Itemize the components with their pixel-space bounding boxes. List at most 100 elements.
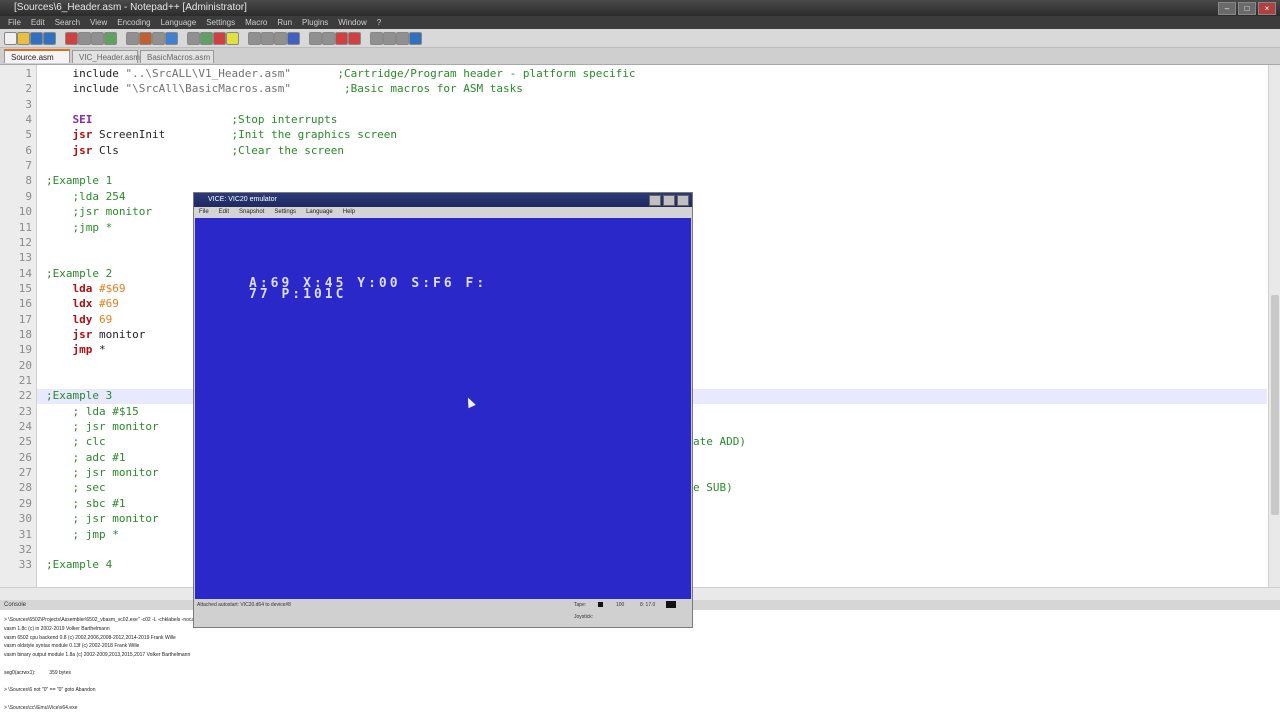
code-line[interactable]: ; jsr monitor bbox=[46, 512, 158, 525]
run-icon[interactable] bbox=[409, 32, 422, 45]
instruction-keyword: lda bbox=[46, 281, 93, 295]
code-line[interactable]: ; clc bbox=[46, 435, 105, 448]
code-line[interactable]: ; jsr monitor bbox=[46, 420, 158, 433]
code-line[interactable]: ; sec bbox=[46, 481, 105, 494]
doc-map-icon[interactable] bbox=[309, 32, 322, 45]
menu-item[interactable]: Encoding bbox=[117, 16, 150, 29]
record-macro-icon[interactable] bbox=[335, 32, 348, 45]
emulator-menu-item[interactable]: Snapshot bbox=[239, 207, 264, 218]
close-button[interactable]: × bbox=[1258, 2, 1276, 15]
code-line[interactable]: ;jmp * bbox=[46, 221, 112, 234]
status-message: Attached autostart: VIC20.d64 to device#… bbox=[197, 602, 291, 608]
redo-icon[interactable] bbox=[152, 32, 165, 45]
save-all-icon[interactable] bbox=[43, 32, 56, 45]
menu-item[interactable]: Settings bbox=[206, 16, 235, 29]
paste-icon[interactable] bbox=[126, 32, 139, 45]
code-line[interactable]: ; jmp * bbox=[46, 528, 118, 541]
find-icon[interactable] bbox=[165, 32, 178, 45]
print-icon[interactable] bbox=[78, 32, 91, 45]
play-macro-icon[interactable] bbox=[370, 32, 383, 45]
code-line[interactable]: jsr Cls ;Clear the screen bbox=[46, 144, 344, 157]
emulator-menu-item[interactable]: Edit bbox=[219, 207, 229, 218]
indent-icon[interactable] bbox=[261, 32, 274, 45]
code-line[interactable]: SEI ;Stop interrupts bbox=[46, 113, 337, 126]
scrollbar-thumb[interactable] bbox=[1271, 295, 1279, 515]
menu-item[interactable]: Language bbox=[161, 16, 197, 29]
code-line[interactable]: jmp * bbox=[46, 343, 105, 356]
code-line[interactable]: ;Example 2 bbox=[46, 267, 112, 280]
code-line[interactable]: lda #$69 bbox=[46, 282, 125, 295]
line-number: 17 bbox=[18, 312, 32, 326]
tab-vic-header[interactable]: VIC_Header.asm bbox=[72, 50, 140, 63]
save-macro-icon[interactable] bbox=[396, 32, 409, 45]
code-line[interactable]: include "\SrcAll\BasicMacros.asm" ;Basic… bbox=[46, 82, 522, 95]
run-macro-icon[interactable] bbox=[383, 32, 396, 45]
console-line: vasm 1.8c (c) in 2002-2019 Volker Barthe… bbox=[4, 625, 110, 632]
code-token: ;Example 1 bbox=[46, 174, 113, 188]
emulator-menu-item[interactable]: Help bbox=[343, 207, 355, 218]
tab-basic-macros[interactable]: BasicMacros.asm bbox=[140, 50, 214, 63]
emulator-menu-item[interactable]: File bbox=[199, 207, 209, 218]
code-line[interactable]: jsr ScreenInit ;Init the graphics screen bbox=[46, 128, 397, 141]
code-line[interactable]: include "..\SrcALL\V1_Header.asm" ;Cartr… bbox=[46, 67, 635, 80]
new-file-icon[interactable] bbox=[4, 32, 17, 45]
vertical-scrollbar[interactable] bbox=[1268, 65, 1280, 587]
code-line[interactable]: ; sbc #1 bbox=[46, 497, 125, 510]
emulator-window[interactable]: VICE: VIC20 emulator File Edit Snapshot Set… bbox=[193, 192, 693, 628]
tab-source[interactable]: Source.asm bbox=[4, 49, 70, 63]
code-line[interactable]: ;Example 3 bbox=[46, 389, 112, 402]
close-icon[interactable] bbox=[65, 32, 78, 45]
maximize-button[interactable]: □ bbox=[1238, 2, 1256, 15]
undo-icon[interactable] bbox=[139, 32, 152, 45]
stop-macro-icon[interactable] bbox=[348, 32, 361, 45]
menu-item[interactable]: ? bbox=[377, 16, 381, 29]
function-list-icon[interactable] bbox=[322, 32, 335, 45]
code-line[interactable]: jsr monitor bbox=[46, 328, 145, 341]
line-number: 4 bbox=[25, 113, 32, 127]
code-line[interactable]: ; lda #$15 bbox=[46, 405, 138, 418]
code-line[interactable]: ;lda 254 bbox=[46, 190, 125, 203]
menu-item[interactable]: Search bbox=[55, 16, 80, 29]
emu-minimize-button[interactable] bbox=[649, 195, 661, 206]
menu-item[interactable]: View bbox=[90, 16, 107, 29]
code-line[interactable]: ldy 69 bbox=[46, 313, 112, 326]
menu-item[interactable]: Plugins bbox=[302, 16, 328, 29]
replace-icon[interactable] bbox=[187, 32, 200, 45]
code-comment-tail: e SUB) bbox=[693, 481, 733, 495]
zoom-out-icon[interactable] bbox=[213, 32, 226, 45]
code-line[interactable]: ; jsr monitor bbox=[46, 466, 159, 480]
sync-icon[interactable] bbox=[226, 32, 239, 45]
zoom-in-icon[interactable] bbox=[200, 32, 213, 45]
menu-item[interactable]: Edit bbox=[31, 16, 45, 29]
emu-maximize-button[interactable] bbox=[663, 195, 675, 206]
menu-item[interactable]: File bbox=[8, 16, 21, 29]
code-token: monitor bbox=[92, 327, 146, 341]
emulator-menu-item[interactable]: Settings bbox=[274, 207, 296, 218]
code-line[interactable]: ; adc #1 bbox=[46, 451, 125, 464]
console-line: vasm binary output module 1.8a (c) 2002-… bbox=[4, 652, 191, 659]
code-line[interactable]: ;Example 1 bbox=[46, 174, 112, 187]
minimize-button[interactable]: – bbox=[1218, 2, 1236, 15]
copy-icon[interactable] bbox=[104, 32, 117, 45]
window-title: [Sources\6_Header.asm - Notepad++ [Admin… bbox=[14, 2, 247, 13]
menu-item[interactable]: Window bbox=[338, 16, 366, 29]
menu-item[interactable]: Macro bbox=[245, 16, 267, 29]
code-token: ; jsr monitor bbox=[46, 466, 159, 480]
code-token: ; adc #1 bbox=[46, 450, 126, 464]
menu-item[interactable]: Run bbox=[277, 16, 292, 29]
wrap-icon[interactable] bbox=[248, 32, 261, 45]
fold-icon[interactable] bbox=[287, 32, 300, 45]
emulator-title: VICE: VIC20 emulator bbox=[208, 196, 277, 203]
code-line[interactable]: ;jsr monitor bbox=[46, 205, 151, 218]
code-line[interactable]: ;Example 4 bbox=[46, 558, 112, 571]
emulator-screen[interactable]: A:69 X:45 Y:00 S:F6 F: 77 P:101C bbox=[195, 218, 691, 599]
emu-close-button[interactable] bbox=[677, 195, 689, 206]
open-file-icon[interactable] bbox=[17, 32, 30, 45]
code-line[interactable]: ldx #69 bbox=[46, 297, 118, 310]
cut-icon[interactable] bbox=[91, 32, 104, 45]
code-token: ;Example 3 bbox=[46, 389, 113, 403]
save-icon[interactable] bbox=[30, 32, 43, 45]
emulator-menu-item[interactable]: Language bbox=[306, 207, 333, 218]
all-chars-icon[interactable] bbox=[274, 32, 287, 45]
